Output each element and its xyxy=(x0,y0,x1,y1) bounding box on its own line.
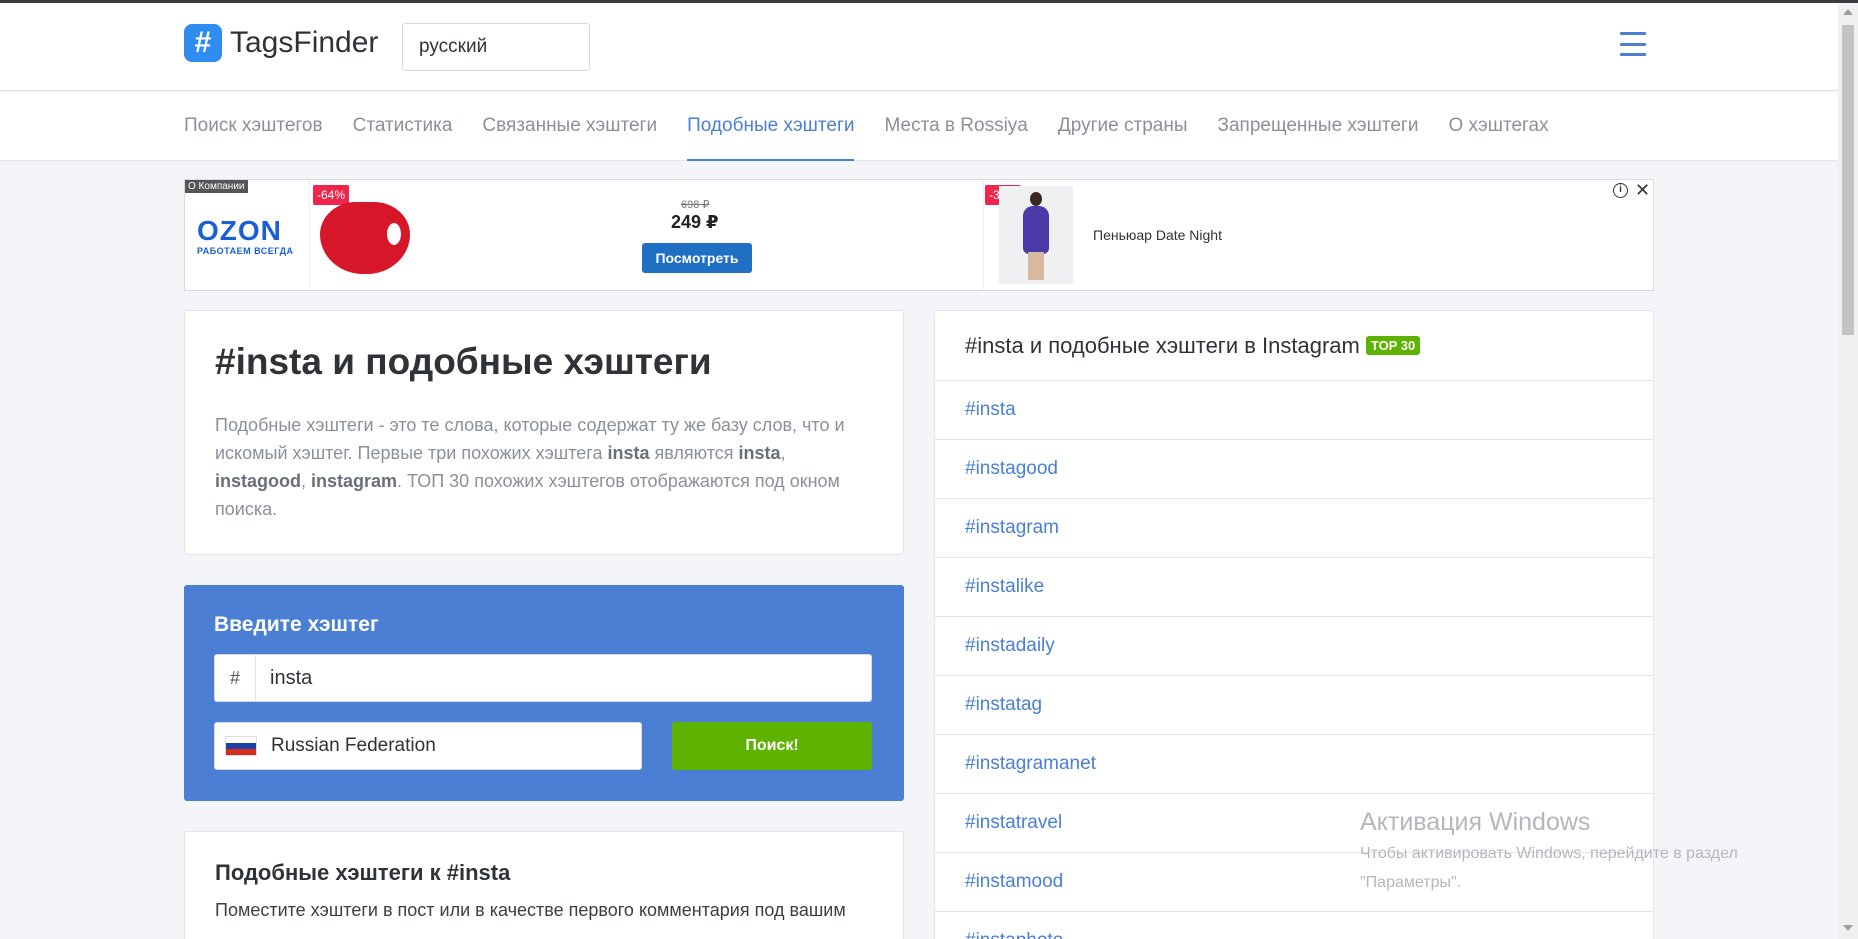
hashtag-link[interactable]: #instagramanet xyxy=(935,735,1653,794)
russia-flag-icon xyxy=(225,736,257,756)
hashtag-link[interactable]: #insta xyxy=(935,381,1653,440)
ozon-brand-text: OZON xyxy=(197,215,282,246)
intro-text: , xyxy=(780,443,786,463)
nav-item-banned-hashtags[interactable]: Запрещенные хэштеги xyxy=(1217,92,1418,161)
tags-panel-title: #insta и подобные хэштеги в Instagram xyxy=(965,332,1360,358)
intro-bold: insta xyxy=(738,443,781,463)
hashtag-link[interactable]: #instagood xyxy=(935,440,1653,499)
intro-bold: insta xyxy=(607,443,650,463)
hash-prefix: # xyxy=(214,654,256,702)
nav-item-statistics[interactable]: Статистика xyxy=(353,92,453,161)
info-icon[interactable]: i xyxy=(1613,183,1628,198)
intro-bold: instagood xyxy=(215,471,301,491)
ad-about-label[interactable]: О Компании xyxy=(185,180,248,193)
nav-item-related-hashtags[interactable]: Связанные хэштеги xyxy=(482,92,657,161)
face-mask-image[interactable] xyxy=(320,202,410,274)
watermark-line: Чтобы активировать Windows, перейдите в … xyxy=(1360,845,1738,862)
ozon-tagline: РАБОТАЕМ ВСЕГДА xyxy=(197,246,294,256)
scroll-down-arrow-icon[interactable] xyxy=(1843,925,1853,931)
language-input[interactable] xyxy=(402,23,590,71)
country-select[interactable]: Russian Federation xyxy=(214,722,642,770)
intro-card: #insta и подобные хэштеги Подобные хэште… xyxy=(184,310,904,555)
view-product-button[interactable]: Посмотреть xyxy=(642,243,752,273)
top-badge: TOP 30 xyxy=(1365,336,1421,355)
ad-divider xyxy=(309,180,310,290)
menu-icon-bar xyxy=(1620,53,1646,56)
similar-description: Поместите хэштеги в пост или в качестве … xyxy=(215,900,846,920)
ad-divider xyxy=(983,180,984,290)
hashtag-link[interactable]: #instagram xyxy=(935,499,1653,558)
ad-banner[interactable]: О Компании OZON РАБОТАЕМ ВСЕГДА -64% 698… xyxy=(184,179,1654,291)
nav-item-hashtag-search[interactable]: Поиск хэштегов xyxy=(184,92,323,161)
intro-text: , xyxy=(301,471,312,491)
page-scrollbar[interactable] xyxy=(1838,3,1858,939)
new-price: 249 ₽ xyxy=(671,212,719,232)
menu-icon-bar xyxy=(1620,42,1646,46)
similar-hashtags-card: Подобные хэштеги к #insta Поместите хэшт… xyxy=(184,831,904,939)
watermark-line: "Параметры". xyxy=(1360,874,1462,891)
flag-stripe-red xyxy=(226,749,256,755)
hashtag-link[interactable]: #instatag xyxy=(935,676,1653,735)
logo-text: TagsFinder xyxy=(230,26,379,59)
nav-item-places[interactable]: Места в Rossiya xyxy=(884,92,1027,161)
hashtag-input[interactable] xyxy=(256,654,872,702)
hashtag-link[interactable]: #instaphoto xyxy=(935,912,1653,939)
tags-panel-header: #insta и подобные хэштеги в Instagram TO… xyxy=(935,311,1653,381)
nav-item-similar-hashtags[interactable]: Подобные хэштеги xyxy=(687,92,855,161)
site-header: # TagsFinder xyxy=(0,3,1838,91)
menu-icon-bar xyxy=(1620,32,1646,35)
similar-title: Подобные хэштеги к #insta xyxy=(215,860,511,885)
model-head xyxy=(1030,192,1042,206)
discount-badge: -64% xyxy=(313,185,350,205)
site-logo[interactable]: # TagsFinder xyxy=(184,24,378,62)
windows-activation-watermark: Активация Windows Чтобы активировать Win… xyxy=(1360,808,1738,895)
product-title[interactable]: Пеньюар Date Night xyxy=(1093,227,1222,243)
model-dress xyxy=(1023,206,1049,254)
intro-text: являются xyxy=(649,443,739,463)
search-button[interactable]: Поиск! xyxy=(672,722,872,770)
close-icon[interactable]: ✕ xyxy=(1635,180,1650,201)
hashtag-link[interactable]: #instadaily xyxy=(935,617,1653,676)
model-legs xyxy=(1028,252,1044,280)
old-price: 698 ₽ xyxy=(681,199,710,211)
main-nav: Поиск хэштегов Статистика Связанные хэшт… xyxy=(0,92,1838,161)
product-model-image[interactable] xyxy=(999,186,1073,284)
country-value: Russian Federation xyxy=(271,735,436,756)
menu-icon[interactable] xyxy=(1620,32,1646,56)
nav-item-other-countries[interactable]: Другие страны xyxy=(1058,92,1188,161)
hashtag-input-group: # xyxy=(214,654,872,702)
intro-description: Подобные хэштеги - это те слова, которые… xyxy=(215,411,873,523)
hashtag-logo-icon: # xyxy=(184,24,222,62)
search-title: Введите хэштег xyxy=(214,613,379,636)
ozon-logo[interactable]: OZON РАБОТАЕМ ВСЕГДА xyxy=(197,215,297,257)
nav-item-about-hashtags[interactable]: О хэштегах xyxy=(1448,92,1548,161)
page-title: #insta и подобные хэштеги xyxy=(215,341,712,382)
intro-bold: instagram xyxy=(311,471,398,491)
watermark-title: Активация Windows xyxy=(1360,808,1591,836)
scroll-up-arrow-icon[interactable] xyxy=(1843,9,1853,15)
search-card: Введите хэштег # Russian Federation Поис… xyxy=(184,585,904,801)
scrollbar-thumb[interactable] xyxy=(1842,25,1854,335)
hashtag-link[interactable]: #instalike xyxy=(935,558,1653,617)
